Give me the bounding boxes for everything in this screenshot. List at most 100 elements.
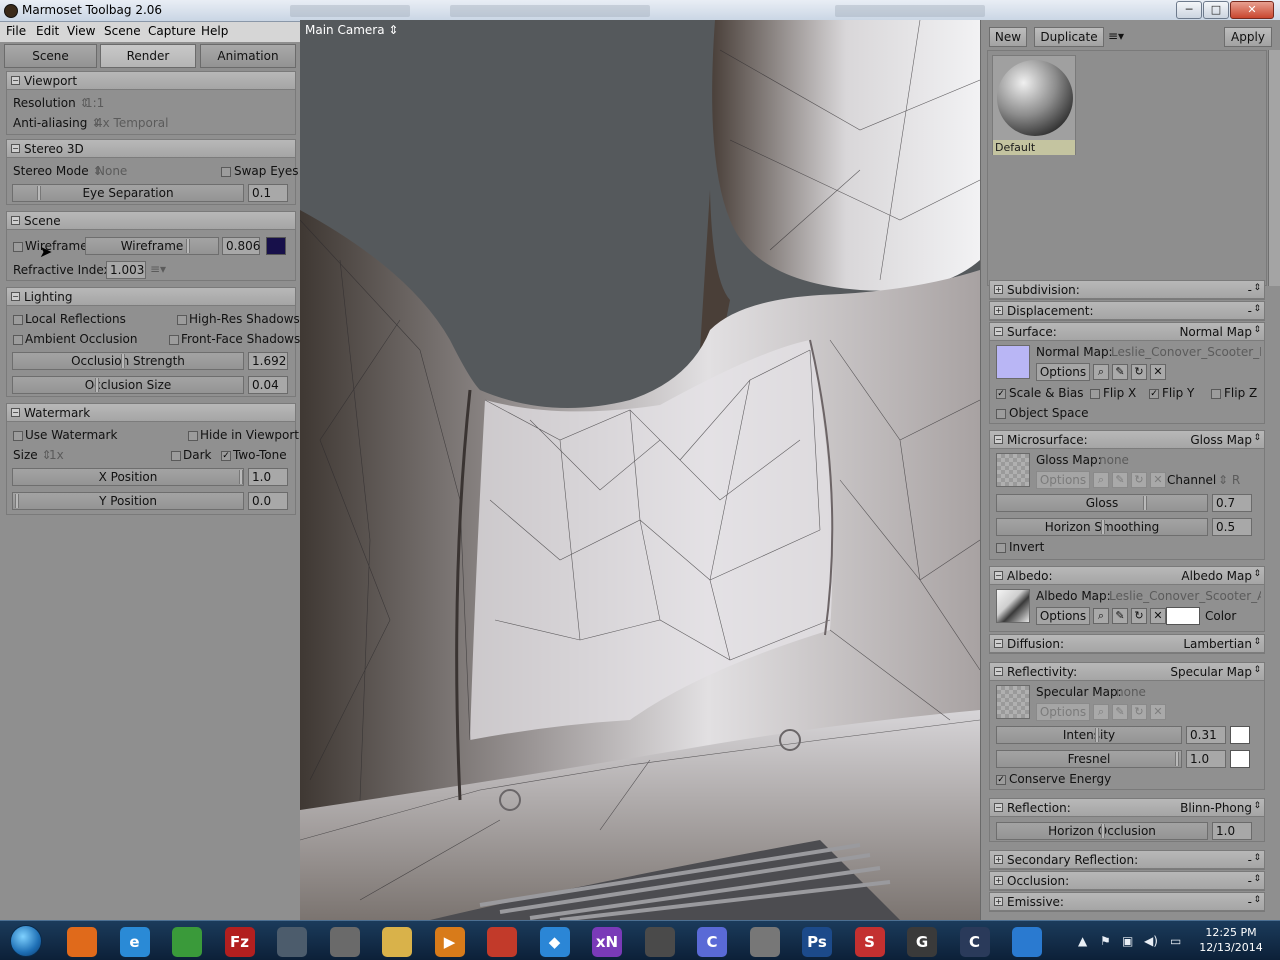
swap-eyes-checkbox[interactable] xyxy=(221,167,231,177)
taskbar-app-g-button[interactable]: G xyxy=(900,924,944,960)
ambient-occlusion-checkbox[interactable] xyxy=(13,335,23,345)
taskbar-marmoset-button[interactable] xyxy=(638,924,682,960)
taskbar-substance-button[interactable]: S xyxy=(848,924,892,960)
anti-aliasing-value[interactable]: 4x Temporal xyxy=(95,116,169,130)
search-icon[interactable]: ⌕ xyxy=(1093,608,1109,624)
menu-scene[interactable]: Scene xyxy=(104,24,141,38)
occlusion-size-slider[interactable]: Occlusion Size xyxy=(12,376,244,394)
new-material-button[interactable]: New xyxy=(989,27,1027,47)
albedo-map-options-button[interactable]: Options xyxy=(1036,607,1090,625)
tab-animation[interactable]: Animation xyxy=(200,44,296,68)
dark-checkbox[interactable] xyxy=(171,451,181,461)
pencil-icon[interactable]: ✎ xyxy=(1112,704,1128,720)
wireframe-slider[interactable]: Wireframe xyxy=(85,237,219,255)
intensity-field[interactable]: 0.31 xyxy=(1186,726,1226,744)
taskbar-xnview-button[interactable]: xN xyxy=(585,924,629,960)
tab-render[interactable]: Render xyxy=(100,44,196,68)
material-library-scrollbar[interactable] xyxy=(1268,50,1280,286)
taskbar-app-lens-button[interactable] xyxy=(1005,924,1049,960)
wireframe-checkbox[interactable] xyxy=(13,242,23,252)
search-icon[interactable]: ⌕ xyxy=(1093,472,1109,488)
pencil-icon[interactable]: ✎ xyxy=(1112,364,1128,380)
maximize-button[interactable]: □ xyxy=(1203,1,1229,19)
slider-handle[interactable] xyxy=(186,239,190,253)
normal-map-filename[interactable]: Leslie_Conover_Scooter_NM xyxy=(1111,345,1261,359)
anti-aliasing-label[interactable]: Anti-aliasing ⇕ xyxy=(13,116,101,130)
microsurface-mode-value[interactable]: Gloss Map xyxy=(1190,433,1252,447)
search-icon[interactable]: ⌕ xyxy=(1093,704,1109,720)
taskbar-search-tool-button[interactable] xyxy=(270,924,314,960)
intensity-slider[interactable]: Intensity xyxy=(996,726,1182,744)
occlusion-section[interactable]: + Occlusion: - ⇕ xyxy=(989,871,1265,891)
refractive-index-field[interactable]: 1.003 xyxy=(106,261,146,279)
flip-x-checkbox[interactable] xyxy=(1090,389,1100,399)
show-hidden-icons-icon[interactable]: ▲ xyxy=(1078,934,1087,948)
fresnel-color-swatch[interactable] xyxy=(1230,750,1250,768)
battery-icon[interactable]: ▭ xyxy=(1170,934,1181,948)
local-reflections-checkbox[interactable] xyxy=(13,315,23,325)
object-space-checkbox[interactable] xyxy=(996,409,1006,419)
slider-handle[interactable] xyxy=(239,470,243,484)
gloss-value-field[interactable]: 0.7 xyxy=(1212,494,1252,512)
stereo-mode-label[interactable]: Stereo Mode ⇕ xyxy=(13,164,103,178)
normal-map-thumbnail[interactable] xyxy=(996,345,1030,379)
watermark-section-header[interactable]: − Watermark xyxy=(7,404,295,422)
taskbar-app-c-button[interactable]: C xyxy=(953,924,997,960)
minimize-button[interactable]: ─ xyxy=(1176,1,1202,19)
taskbar-firefox-button[interactable] xyxy=(60,924,104,960)
occlusion-strength-slider[interactable]: Occlusion Strength xyxy=(12,352,244,370)
y-position-slider[interactable]: Y Position xyxy=(12,492,244,510)
tab-scene[interactable]: Scene xyxy=(4,44,97,68)
fresnel-field[interactable]: 1.0 xyxy=(1186,750,1226,768)
taskbar-photoshop-button[interactable]: Ps xyxy=(795,924,839,960)
refresh-icon[interactable]: ↻ xyxy=(1131,364,1147,380)
reflection-section-header[interactable]: − Reflection: Blinn-Phong ⇕ xyxy=(990,799,1264,817)
surface-mode-value[interactable]: Normal Map xyxy=(1179,325,1252,339)
gloss-map-thumbnail[interactable] xyxy=(996,453,1030,487)
eye-separation-field[interactable]: 0.1 xyxy=(248,184,288,202)
taskbar-clock[interactable]: 12:25 PM 12/13/2014 xyxy=(1196,925,1266,955)
hide-in-viewport-checkbox[interactable] xyxy=(188,431,198,441)
horizon-smoothing-field[interactable]: 0.5 xyxy=(1212,518,1252,536)
slider-handle[interactable] xyxy=(1101,824,1105,838)
list-menu-icon[interactable]: ≡▾ xyxy=(1106,27,1126,47)
fresnel-slider[interactable]: Fresnel xyxy=(996,750,1182,768)
two-tone-checkbox[interactable]: ✓ xyxy=(221,451,231,461)
gloss-slider[interactable]: Gloss xyxy=(996,494,1208,512)
pencil-icon[interactable]: ✎ xyxy=(1112,608,1128,624)
diffusion-section[interactable]: − Diffusion: Lambertian ⇕ xyxy=(989,634,1265,654)
taskbar-zbrush-button[interactable] xyxy=(743,924,787,960)
volume-icon[interactable]: ◀) xyxy=(1144,934,1158,948)
viewport-section-header[interactable]: − Viewport xyxy=(7,72,295,90)
taskbar-dropbox-button[interactable]: ◆ xyxy=(533,924,577,960)
3d-viewport[interactable]: Main Camera ⇕ xyxy=(300,20,980,920)
albedo-map-filename[interactable]: Leslie_Conover_Scooter_AO_ xyxy=(1109,589,1261,603)
x-position-field[interactable]: 1.0 xyxy=(248,468,288,486)
subdivision-section[interactable]: + Subdivision: - ⇕ xyxy=(989,280,1265,300)
surface-section-header[interactable]: − Surface: Normal Map ⇕ xyxy=(990,323,1264,341)
secondary-reflection-section[interactable]: + Secondary Reflection: - ⇕ xyxy=(989,850,1265,870)
taskbar-filezilla-button[interactable]: Fz xyxy=(218,924,262,960)
reflectivity-mode-value[interactable]: Specular Map xyxy=(1170,665,1252,679)
wireframe-color-swatch[interactable] xyxy=(266,237,286,255)
front-face-shadows-checkbox[interactable] xyxy=(169,335,179,345)
displacement-section[interactable]: + Displacement: - ⇕ xyxy=(989,301,1265,321)
stereo-section-header[interactable]: − Stereo 3D xyxy=(7,140,295,158)
taskbar-explorer-button[interactable] xyxy=(375,924,419,960)
occlusion-size-field[interactable]: 0.04 xyxy=(248,376,288,394)
specular-map-filename[interactable]: none xyxy=(1116,685,1146,699)
menu-edit[interactable]: Edit xyxy=(36,24,59,38)
resolution-label[interactable]: Resolution ⇕ xyxy=(13,96,90,110)
emissive-section[interactable]: + Emissive: - ⇕ xyxy=(989,892,1265,912)
close-icon[interactable]: ✕ xyxy=(1150,608,1166,624)
network-icon[interactable]: ▣ xyxy=(1122,934,1133,948)
flip-y-checkbox[interactable]: ✓ xyxy=(1149,389,1159,399)
taskbar-ccleaner-button[interactable] xyxy=(480,924,524,960)
list-menu-icon[interactable]: ≡▾ xyxy=(150,262,166,276)
albedo-section-header[interactable]: − Albedo: Albedo Map ⇕ xyxy=(990,567,1264,585)
channel-value[interactable]: ⇕ R xyxy=(1218,473,1240,487)
hires-shadows-checkbox[interactable] xyxy=(177,315,187,325)
specular-color-swatch[interactable] xyxy=(1230,726,1250,744)
taskbar-cinema4d-button[interactable]: C xyxy=(690,924,734,960)
action-center-flag-icon[interactable]: ⚑ xyxy=(1100,934,1111,948)
